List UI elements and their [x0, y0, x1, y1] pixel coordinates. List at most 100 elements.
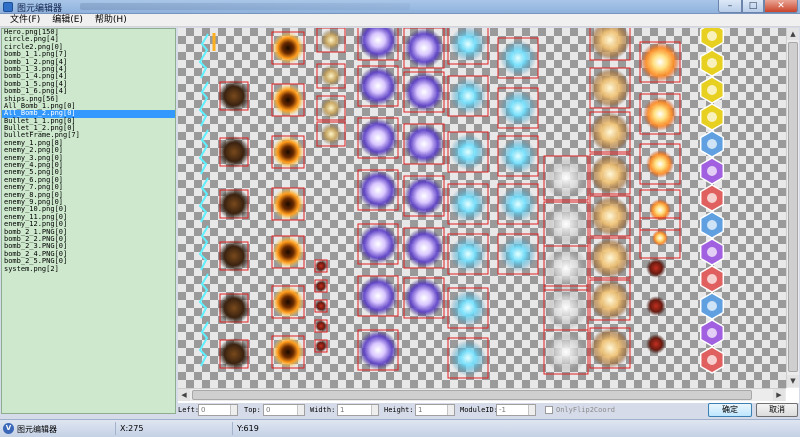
sprite-graphic	[315, 340, 327, 352]
sprite-graphic	[500, 40, 536, 76]
sprite-graphic	[707, 31, 717, 41]
window-title: 图元编辑器	[17, 4, 63, 14]
only-flip-checkbox[interactable]	[545, 406, 553, 414]
sprite-graphic	[707, 85, 717, 95]
sprite-graphic	[646, 150, 674, 178]
sprite-graphic	[707, 58, 717, 68]
maximize-icon: □	[748, 1, 758, 11]
module-id-value: -1	[499, 406, 506, 414]
sprite-graphic	[707, 301, 717, 311]
blurred-title-path	[80, 3, 410, 10]
width-value: 1	[340, 406, 345, 414]
status-bar: V 图元编辑器 X:275 Y:619	[0, 419, 800, 437]
menu-edit[interactable]: 编辑(E)	[46, 14, 89, 26]
sprite-graphic	[544, 202, 588, 246]
sprite-graphic	[404, 176, 444, 216]
sprite-graphic	[707, 328, 717, 338]
cancel-button[interactable]: 取消	[756, 403, 798, 417]
ok-button[interactable]: 确定	[708, 403, 752, 417]
sprite-graphic	[590, 238, 630, 278]
sprite-graphic	[544, 330, 588, 374]
menu-help[interactable]: 帮助(H)	[89, 14, 133, 26]
sprite-graphic	[707, 355, 717, 365]
sprite-graphic	[450, 28, 486, 62]
top-label: Top:	[244, 406, 261, 414]
sprite-graphic	[590, 112, 630, 152]
module-id-input[interactable]: -1	[496, 404, 536, 416]
sprite-graphic	[707, 166, 717, 176]
sprite-graphic	[500, 186, 536, 222]
sprite-sheet	[198, 28, 725, 379]
status-title: 图元编辑器	[17, 425, 57, 434]
sprite-canvas[interactable]	[178, 28, 786, 388]
sprite-graphic	[544, 286, 588, 330]
scroll-left-icon[interactable]: ◀	[178, 389, 190, 401]
sprite-graphic	[358, 66, 398, 106]
top-input[interactable]: 0	[263, 404, 305, 416]
height-input[interactable]: 1	[415, 404, 455, 416]
sprite-graphic	[218, 338, 250, 370]
sprite-graphic	[218, 240, 250, 272]
sprite-graphic	[404, 278, 444, 318]
width-input[interactable]: 1	[337, 404, 379, 416]
sprite-graphic	[315, 300, 327, 312]
vertical-scroll-thumb[interactable]	[788, 42, 798, 372]
minimize-button[interactable]: –	[718, 0, 742, 13]
sprite-graphic	[652, 230, 668, 246]
sprite-graphic	[358, 224, 398, 264]
sprite-graphic	[643, 97, 677, 131]
vertical-scrollbar[interactable]: ▲ ▼	[786, 28, 799, 388]
sprite-graphic	[198, 33, 209, 79]
sprite-graphic	[500, 90, 536, 126]
sprite-graphic	[272, 188, 304, 220]
sprite-graphic	[358, 276, 398, 316]
sprite-graphic	[500, 236, 536, 272]
sprite-graphic	[404, 124, 444, 164]
sprite-graphic	[450, 186, 486, 222]
left-label: Left:	[178, 406, 200, 414]
sprite-graphic	[272, 84, 304, 116]
status-separator	[115, 422, 116, 435]
sprite-graphic	[707, 274, 717, 284]
sprite-graphic	[198, 225, 209, 271]
scroll-down-icon[interactable]: ▼	[787, 375, 799, 387]
sprite-graphic	[358, 330, 398, 370]
sprite-graphic	[707, 139, 717, 149]
scroll-right-icon[interactable]: ▶	[773, 389, 785, 401]
sprite-graphic	[590, 68, 630, 108]
scroll-up-icon[interactable]: ▲	[787, 28, 799, 40]
sprite-graphic	[646, 334, 666, 354]
left-value: 0	[201, 406, 206, 414]
horizontal-scroll-thumb[interactable]	[192, 390, 752, 400]
sprite-graphic	[315, 320, 327, 332]
sprite-graphic	[646, 258, 666, 278]
sprite-graphic	[218, 136, 250, 168]
file-list[interactable]: Hero.png[150] circle.png[4] circle2.png[0]…	[1, 28, 176, 414]
module-properties-bar: Left: 0 Top: 0 Width: 1 Height: 1 Module…	[178, 403, 799, 418]
sprite-graphic	[272, 236, 304, 268]
sprite-graphic	[272, 32, 304, 64]
horizontal-scrollbar[interactable]: ◀ ▶	[178, 388, 786, 401]
sprite-graphic	[404, 228, 444, 268]
sprite-graphic	[218, 292, 250, 324]
sprite-graphic	[320, 65, 342, 87]
sprite-graphic	[590, 280, 630, 320]
module-id-label: ModuleID:	[460, 406, 498, 414]
height-value: 1	[418, 406, 423, 414]
sprite-graphic	[500, 138, 536, 174]
sprite-graphic	[218, 80, 250, 112]
file-list-item[interactable]: system.png[2]	[2, 265, 175, 273]
sprite-graphic	[320, 97, 342, 119]
status-separator	[232, 422, 233, 435]
sprite-graphic	[590, 328, 630, 368]
title-bar: 图元编辑器 – □ ✕	[0, 0, 800, 14]
menu-file[interactable]: 文件(F)	[4, 14, 46, 26]
close-button[interactable]: ✕	[764, 0, 798, 13]
close-icon: ✕	[777, 1, 785, 11]
sprite-graphic	[272, 136, 304, 168]
maximize-button[interactable]: □	[742, 0, 764, 13]
sprite-graphic	[590, 154, 630, 194]
app-icon	[3, 2, 13, 12]
left-input[interactable]: 0	[198, 404, 238, 416]
menu-bar: 文件(F) 编辑(E) 帮助(H)	[0, 14, 800, 27]
